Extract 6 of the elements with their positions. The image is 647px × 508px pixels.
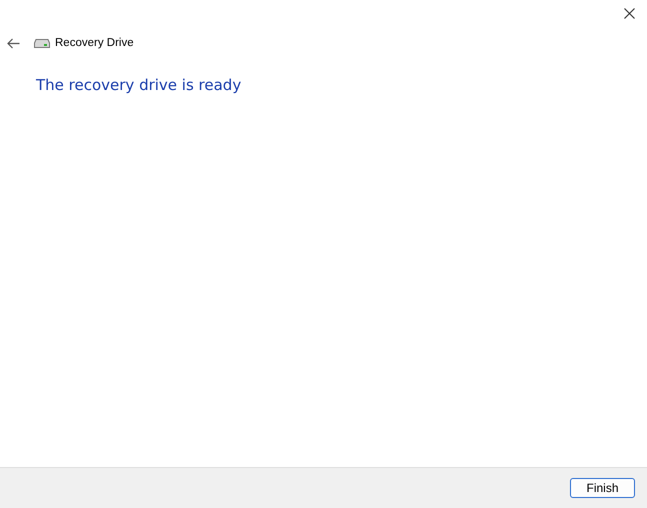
finish-button[interactable]: Finish [570, 478, 635, 498]
back-arrow-icon[interactable] [7, 38, 20, 48]
drive-icon [34, 38, 50, 48]
window-title: Recovery Drive [55, 37, 134, 49]
heading: The recovery drive is ready [36, 76, 242, 94]
close-icon[interactable] [624, 8, 635, 19]
